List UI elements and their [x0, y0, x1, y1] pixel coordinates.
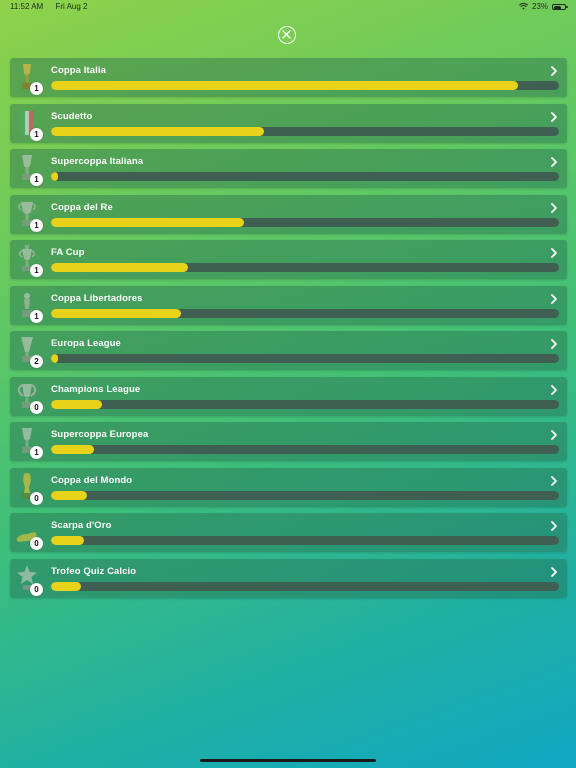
wifi-icon: [518, 3, 528, 10]
chevron-right-icon: [551, 293, 557, 304]
progress-bar-fill: [51, 172, 58, 181]
trophy-count-badge: 1: [30, 173, 43, 186]
trophy-row-coppa-italia[interactable]: 1 Coppa Italia: [10, 58, 567, 97]
trophy-row-scudetto[interactable]: 1 Scudetto: [10, 103, 567, 143]
chevron-right-icon: [551, 202, 557, 213]
trophy-count-badge: 2: [30, 355, 43, 368]
trophy-list: 1 Coppa Italia 1 Scudetto 1 Supercoppa Italia…: [10, 58, 567, 604]
trophy-count-badge: 1: [30, 264, 43, 277]
progress-bar-fill: [51, 490, 87, 500]
trophy-name: FA Cup: [51, 247, 85, 258]
progress-bar: [51, 354, 559, 363]
trophy-row-supercoppa-europea[interactable]: 1 Supercoppa Europea: [10, 422, 567, 461]
trophy-row-fa-cup[interactable]: 1 FA Cup: [10, 240, 567, 279]
trophy-count-badge: 0: [30, 491, 43, 505]
progress-bar-fill: [51, 126, 265, 136]
trophy-row-scarpa-d-oro[interactable]: 0 Scarpa d'Oro: [10, 513, 567, 552]
close-icon: [282, 30, 291, 39]
chevron-right-icon: [551, 521, 557, 531]
trophy-count-badge: 0: [30, 400, 43, 414]
chevron-right-icon: [551, 384, 557, 395]
status-bar: 11:52 AM Fri Aug 2 23%: [0, 0, 576, 14]
progress-bar: [51, 399, 559, 409]
trophy-count-badge: 1: [30, 446, 43, 459]
trophy-name: Coppa del Re: [51, 201, 113, 213]
trophy-row-supercoppa-italiana[interactable]: 1 Supercoppa Italiana: [10, 149, 567, 188]
progress-bar-fill: [51, 308, 181, 318]
trophy-count-badge: 0: [30, 537, 43, 550]
progress-bar: [51, 217, 559, 227]
chevron-right-icon: [551, 248, 557, 258]
trophy-row-coppa-del-mondo[interactable]: 0 Coppa del Mondo: [10, 467, 567, 507]
trophy-count-badge: 1: [30, 82, 43, 95]
trophy-row-trofeo-quiz-calcio[interactable]: 0 Trofeo Quiz Calcio: [10, 558, 567, 598]
chevron-right-icon: [551, 475, 557, 486]
progress-bar: [51, 536, 559, 545]
close-button[interactable]: [278, 26, 296, 44]
progress-bar: [51, 490, 559, 500]
trophy-name: Supercoppa Italiana: [51, 156, 144, 167]
progress-bar: [51, 172, 559, 181]
progress-bar: [51, 581, 559, 591]
progress-bar-fill: [51, 399, 102, 409]
trophy-row-coppa-libertadores[interactable]: 1 Coppa Libertadores: [10, 285, 567, 325]
trophy-count-badge: 1: [30, 127, 43, 141]
progress-bar: [51, 126, 559, 136]
progress-bar-fill: [51, 263, 189, 272]
progress-bar: [51, 445, 559, 454]
trophy-name: Coppa Libertadores: [51, 292, 143, 304]
progress-bar: [51, 263, 559, 272]
chevron-right-icon: [551, 566, 557, 577]
progress-bar-fill: [51, 354, 58, 363]
trophy-name: Scudetto: [51, 110, 93, 122]
trophy-row-coppa-del-re[interactable]: 1 Coppa del Re: [10, 194, 567, 234]
trophy-count-badge: 1: [30, 218, 43, 232]
trophy-row-europa-league[interactable]: 2 Europa League: [10, 331, 567, 370]
trophy-count-badge: 1: [30, 309, 43, 323]
trophy-count-badge: 0: [30, 582, 43, 596]
trophy-name: Trofeo Quiz Calcio: [51, 565, 137, 577]
chevron-right-icon: [551, 111, 557, 122]
trophy-name: Coppa del Mondo: [51, 474, 133, 486]
trophy-name: Scarpa d'Oro: [51, 520, 112, 531]
trophy-name: Champions League: [51, 383, 141, 395]
status-right: 23%: [518, 2, 568, 11]
status-time: 11:52 AM: [10, 2, 44, 11]
status-left: 11:52 AM Fri Aug 2: [10, 2, 97, 11]
chevron-right-icon: [551, 339, 557, 349]
chevron-right-icon: [551, 430, 557, 440]
trophy-name: Supercoppa Europea: [51, 429, 149, 440]
battery-icon: [552, 3, 568, 10]
progress-bar-fill: [51, 445, 95, 454]
battery-percent: 23%: [531, 2, 548, 11]
progress-bar-fill: [51, 536, 85, 545]
progress-bar-fill: [51, 217, 245, 227]
trophy-row-champions-league[interactable]: 0 Champions League: [10, 376, 567, 416]
trophy-name: Europa League: [51, 338, 121, 349]
progress-bar-fill: [51, 581, 82, 591]
chevron-right-icon: [551, 157, 557, 167]
progress-bar: [51, 81, 559, 90]
status-date: Fri Aug 2: [55, 2, 88, 11]
trophy-name: Coppa Italia: [51, 65, 107, 76]
home-indicator: [200, 759, 376, 762]
chevron-right-icon: [551, 66, 557, 76]
progress-bar: [51, 308, 559, 318]
progress-bar-fill: [51, 81, 519, 90]
